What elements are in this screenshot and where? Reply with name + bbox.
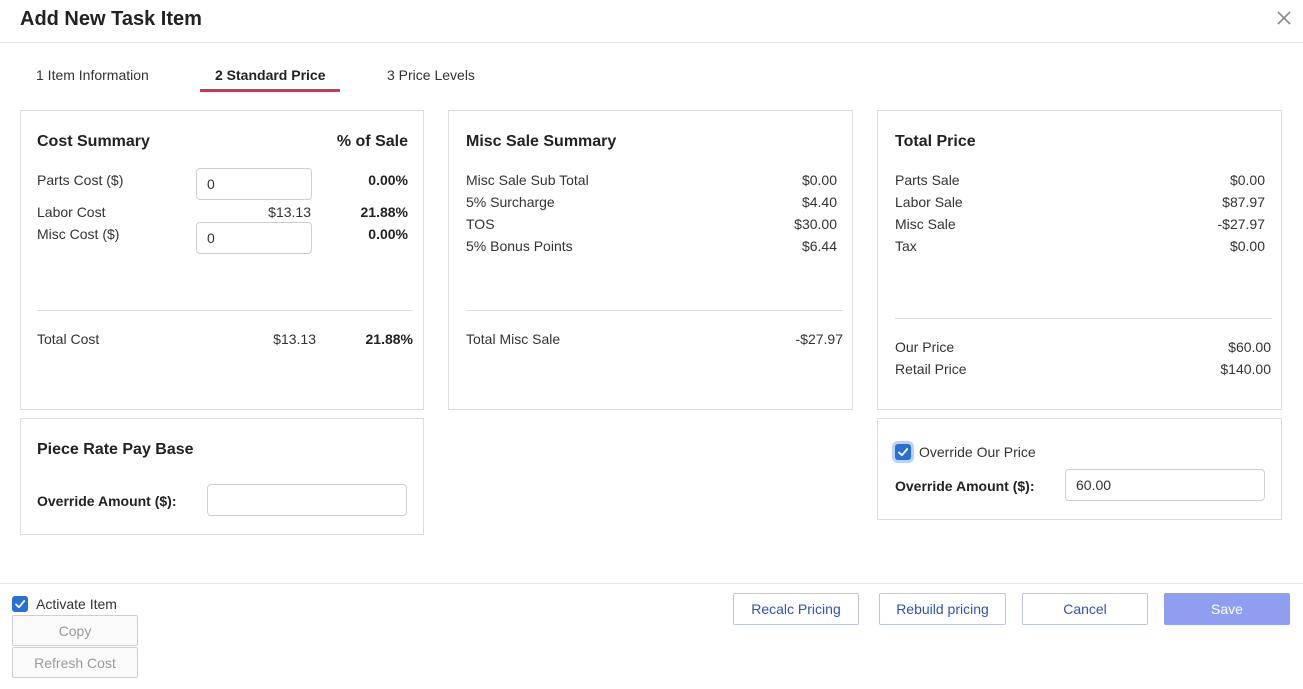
retail-price-label: Retail Price [895, 361, 967, 377]
misc-sale-row-label: TOS [466, 216, 495, 232]
total-price-row-value: $0.00 [1229, 172, 1265, 188]
refresh-cost-button[interactable]: Refresh Cost [12, 647, 138, 678]
total-price-row-value: -$27.97 [1217, 216, 1265, 232]
misc-sale-row-value: $6.44 [801, 238, 837, 254]
misc-sale-row-value: $4.40 [801, 194, 837, 210]
activate-item-label: Activate Item [36, 596, 117, 612]
labor-cost-label: Labor Cost [37, 204, 106, 220]
misc-sale-row-value: $30.00 [794, 216, 837, 232]
our-price-value: $60.00 [1228, 339, 1271, 355]
override-amount-input[interactable] [1065, 469, 1265, 501]
misc-cost-label: Misc Cost ($) [37, 226, 120, 242]
total-price-row-value: $0.00 [1229, 238, 1265, 254]
checkmark-icon [898, 448, 909, 457]
misc-sale-row-label: 5% Surcharge [466, 194, 555, 210]
parts-cost-percent: 0.00% [368, 172, 408, 188]
labor-cost-value: $13.13 [268, 204, 311, 220]
percent-of-sale-header: % of Sale [336, 133, 408, 150]
total-price-row-label: Parts Sale [895, 172, 960, 188]
checkmark-icon [15, 600, 26, 609]
total-price-divider [895, 318, 1272, 319]
parts-cost-input[interactable] [196, 168, 312, 200]
misc-sale-summary-title: Misc Sale Summary [466, 133, 617, 150]
override-amount-label: Override Amount ($): [895, 478, 1035, 494]
labor-cost-percent: 21.88% [360, 204, 408, 220]
total-price-row-value: $87.97 [1222, 194, 1265, 210]
total-misc-sale-value: -$27.97 [795, 331, 843, 347]
misc-sale-row-value: $0.00 [801, 172, 837, 188]
misc-cost-input[interactable] [196, 222, 312, 254]
override-price-card: Override Our Price Override Amount ($): [877, 418, 1282, 520]
cost-summary-card: Cost Summary % of Sale Parts Cost ($) 0.… [20, 110, 424, 410]
dialog-header: Add New Task Item [0, 0, 1303, 43]
piece-rate-card: Piece Rate Pay Base Override Amount ($): [20, 418, 424, 535]
piece-rate-override-input[interactable] [207, 484, 407, 516]
tab-item-information[interactable]: 1 Item Information [36, 67, 149, 83]
tab-price-levels[interactable]: 3 Price Levels [387, 67, 475, 83]
close-icon[interactable] [1275, 9, 1293, 27]
total-cost-value: $13.13 [273, 331, 316, 347]
save-button[interactable]: Save [1164, 593, 1290, 625]
override-our-price-label: Override Our Price [919, 444, 1036, 460]
dialog-title: Add New Task Item [20, 8, 202, 30]
misc-sale-row-label: Misc Sale Sub Total [466, 172, 589, 188]
piece-rate-title: Piece Rate Pay Base [37, 441, 194, 458]
cancel-button[interactable]: Cancel [1022, 593, 1148, 625]
total-misc-sale-label: Total Misc Sale [466, 331, 561, 347]
cost-summary-title: Cost Summary [37, 133, 150, 150]
total-cost-label: Total Cost [37, 331, 100, 347]
total-cost-percent: 21.88% [365, 331, 413, 347]
total-price-title: Total Price [895, 133, 976, 150]
copy-button[interactable]: Copy [12, 615, 138, 646]
piece-rate-override-label: Override Amount ($): [37, 493, 177, 509]
parts-cost-label: Parts Cost ($) [37, 172, 124, 188]
total-price-row-label: Misc Sale [895, 216, 956, 232]
misc-sale-summary-card: Misc Sale Summary Misc Sale Sub Total $0… [448, 110, 853, 410]
total-price-card: Total Price Parts Sale $0.00 Labor Sale … [877, 110, 1282, 410]
activate-item-checkbox[interactable] [12, 596, 28, 612]
misc-sale-row-label: 5% Bonus Points [466, 238, 573, 254]
rebuild-pricing-button[interactable]: Rebuild pricing [879, 593, 1006, 625]
active-tab-indicator [200, 89, 340, 92]
recalc-pricing-button[interactable]: Recalc Pricing [733, 593, 859, 625]
tab-standard-price[interactable]: 2 Standard Price [215, 67, 326, 83]
misc-cost-percent: 0.00% [368, 226, 408, 242]
override-our-price-checkbox[interactable] [895, 444, 911, 460]
our-price-label: Our Price [895, 339, 955, 355]
total-price-row-label: Tax [895, 238, 917, 254]
cost-summary-divider [37, 310, 413, 311]
footer-divider [0, 583, 1303, 584]
misc-sale-divider [466, 310, 843, 311]
retail-price-value: $140.00 [1220, 361, 1271, 377]
total-price-row-label: Labor Sale [895, 194, 963, 210]
